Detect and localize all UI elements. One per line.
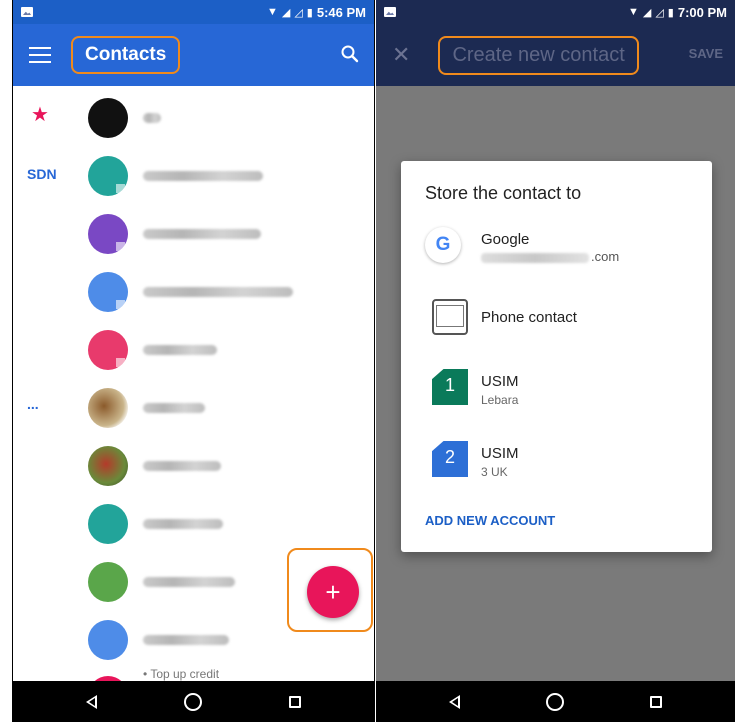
email-redacted bbox=[481, 253, 589, 263]
add-account-button[interactable]: ADD NEW ACCOUNT bbox=[425, 513, 555, 528]
contact-row[interactable]: ... bbox=[13, 380, 374, 438]
add-contact-button[interactable]: + bbox=[307, 566, 359, 618]
dialog-title: Store the contact to bbox=[425, 183, 582, 203]
menu-icon[interactable] bbox=[29, 47, 51, 63]
recents-icon[interactable] bbox=[650, 695, 662, 708]
option-label: USIM bbox=[481, 373, 519, 390]
contact-name-redacted bbox=[143, 461, 221, 471]
screenshot-frame: ▼ ◢ ◿ ▮ 5:46 PM Contacts ★ SDN ... • Top… bbox=[0, 0, 739, 722]
contact-row[interactable] bbox=[13, 206, 374, 264]
back-icon[interactable] bbox=[86, 694, 98, 709]
status-time: 7:00 PM bbox=[677, 4, 727, 20]
account-option-usim-2[interactable]: 2 USIM 3 UK bbox=[425, 441, 695, 501]
account-option-usim-1[interactable]: 1 USIM Lebara bbox=[425, 369, 695, 429]
avatar bbox=[88, 214, 128, 254]
option-label: Google bbox=[481, 231, 530, 248]
back-icon[interactable] bbox=[449, 694, 460, 709]
signal-icon: ◢ bbox=[281, 6, 291, 19]
contact-name-redacted bbox=[143, 577, 235, 587]
navigation-bar bbox=[13, 681, 374, 722]
contact-row[interactable] bbox=[13, 438, 374, 496]
option-label: Phone contact bbox=[481, 309, 577, 326]
contact-row[interactable] bbox=[13, 322, 374, 380]
contacts-screen: ▼ ◢ ◿ ▮ 5:46 PM Contacts ★ SDN ... • Top… bbox=[12, 0, 375, 722]
contact-row[interactable] bbox=[13, 264, 374, 322]
navigation-bar bbox=[376, 681, 735, 722]
avatar bbox=[88, 620, 128, 660]
avatar bbox=[88, 330, 128, 370]
battery-icon: ▮ bbox=[667, 6, 674, 19]
account-option-google[interactable]: G Google .com bbox=[425, 227, 695, 287]
page-title: Contacts bbox=[71, 36, 181, 74]
signal-icon: ◢ bbox=[642, 6, 652, 19]
search-icon[interactable] bbox=[340, 44, 360, 64]
account-option-phone[interactable]: Phone contact bbox=[425, 299, 695, 359]
app-toolbar: ✕ Create new contact SAVE bbox=[376, 24, 735, 86]
avatar bbox=[88, 388, 128, 428]
option-sublabel: 3 UK bbox=[481, 465, 508, 479]
avatar bbox=[88, 504, 128, 544]
page-title: Create new contact bbox=[438, 35, 639, 75]
option-sublabel: Lebara bbox=[481, 393, 519, 407]
sim-card-icon: 1 bbox=[432, 369, 468, 405]
contact-name-redacted bbox=[143, 403, 205, 413]
google-icon: G bbox=[425, 227, 461, 263]
contact-name-redacted bbox=[143, 171, 263, 181]
contact-name-redacted bbox=[143, 229, 261, 239]
contact-name-redacted bbox=[143, 287, 293, 297]
battery-icon: ▮ bbox=[306, 6, 313, 19]
sim-card-icon: 2 bbox=[432, 441, 468, 477]
section-mark-sdn: SDN bbox=[27, 166, 57, 182]
app-toolbar: Contacts bbox=[13, 24, 374, 86]
image-notification-icon bbox=[21, 7, 33, 17]
status-indicators: ▼ ◢ ◿ ▮ 5:46 PM bbox=[267, 5, 366, 20]
section-mark-more: ... bbox=[27, 396, 39, 412]
star-icon: ★ bbox=[31, 104, 49, 126]
contact-list[interactable]: ★ SDN ... • Top up credit + bbox=[13, 86, 374, 681]
save-button[interactable]: SAVE bbox=[689, 46, 723, 61]
option-label: USIM bbox=[481, 445, 519, 462]
contact-row[interactable]: SDN bbox=[13, 148, 374, 206]
create-contact-screen: ▼ ◢ ◿ ▮ 7:00 PM ✕ Create new contact SAV… bbox=[376, 0, 735, 722]
home-icon[interactable] bbox=[546, 692, 564, 711]
signal-empty-icon: ◿ bbox=[294, 6, 303, 19]
contact-name-redacted bbox=[143, 519, 223, 529]
contact-name-partial: • Top up credit bbox=[143, 667, 220, 681]
fab-highlight: + bbox=[287, 548, 373, 632]
close-icon[interactable]: ✕ bbox=[392, 42, 410, 68]
avatar bbox=[88, 272, 128, 312]
avatar bbox=[88, 562, 128, 602]
image-notification-icon bbox=[384, 7, 396, 17]
contact-name-redacted bbox=[143, 113, 161, 123]
status-indicators: ▼ ◢ ◿ ▮ 7:00 PM bbox=[628, 5, 727, 20]
contact-name-redacted bbox=[143, 635, 229, 645]
status-bar: ▼ ◢ ◿ ▮ 5:46 PM bbox=[13, 0, 374, 24]
status-bar: ▼ ◢ ◿ ▮ 7:00 PM bbox=[376, 0, 735, 24]
avatar bbox=[88, 98, 128, 138]
contact-name-redacted bbox=[143, 345, 217, 355]
contact-row[interactable]: ★ bbox=[13, 90, 374, 148]
avatar bbox=[88, 156, 128, 196]
phone-icon bbox=[432, 299, 468, 335]
wifi-icon: ▼ bbox=[627, 6, 639, 18]
store-contact-dialog: Store the contact to G Google .com Phone… bbox=[401, 161, 712, 552]
recents-icon[interactable] bbox=[288, 695, 301, 708]
contact-row[interactable] bbox=[13, 496, 374, 554]
status-time: 5:46 PM bbox=[316, 4, 366, 20]
option-sublabel: .com bbox=[591, 249, 620, 264]
home-icon[interactable] bbox=[183, 692, 202, 711]
wifi-icon: ▼ bbox=[266, 6, 278, 18]
signal-empty-icon: ◿ bbox=[655, 6, 664, 19]
avatar bbox=[88, 446, 128, 486]
